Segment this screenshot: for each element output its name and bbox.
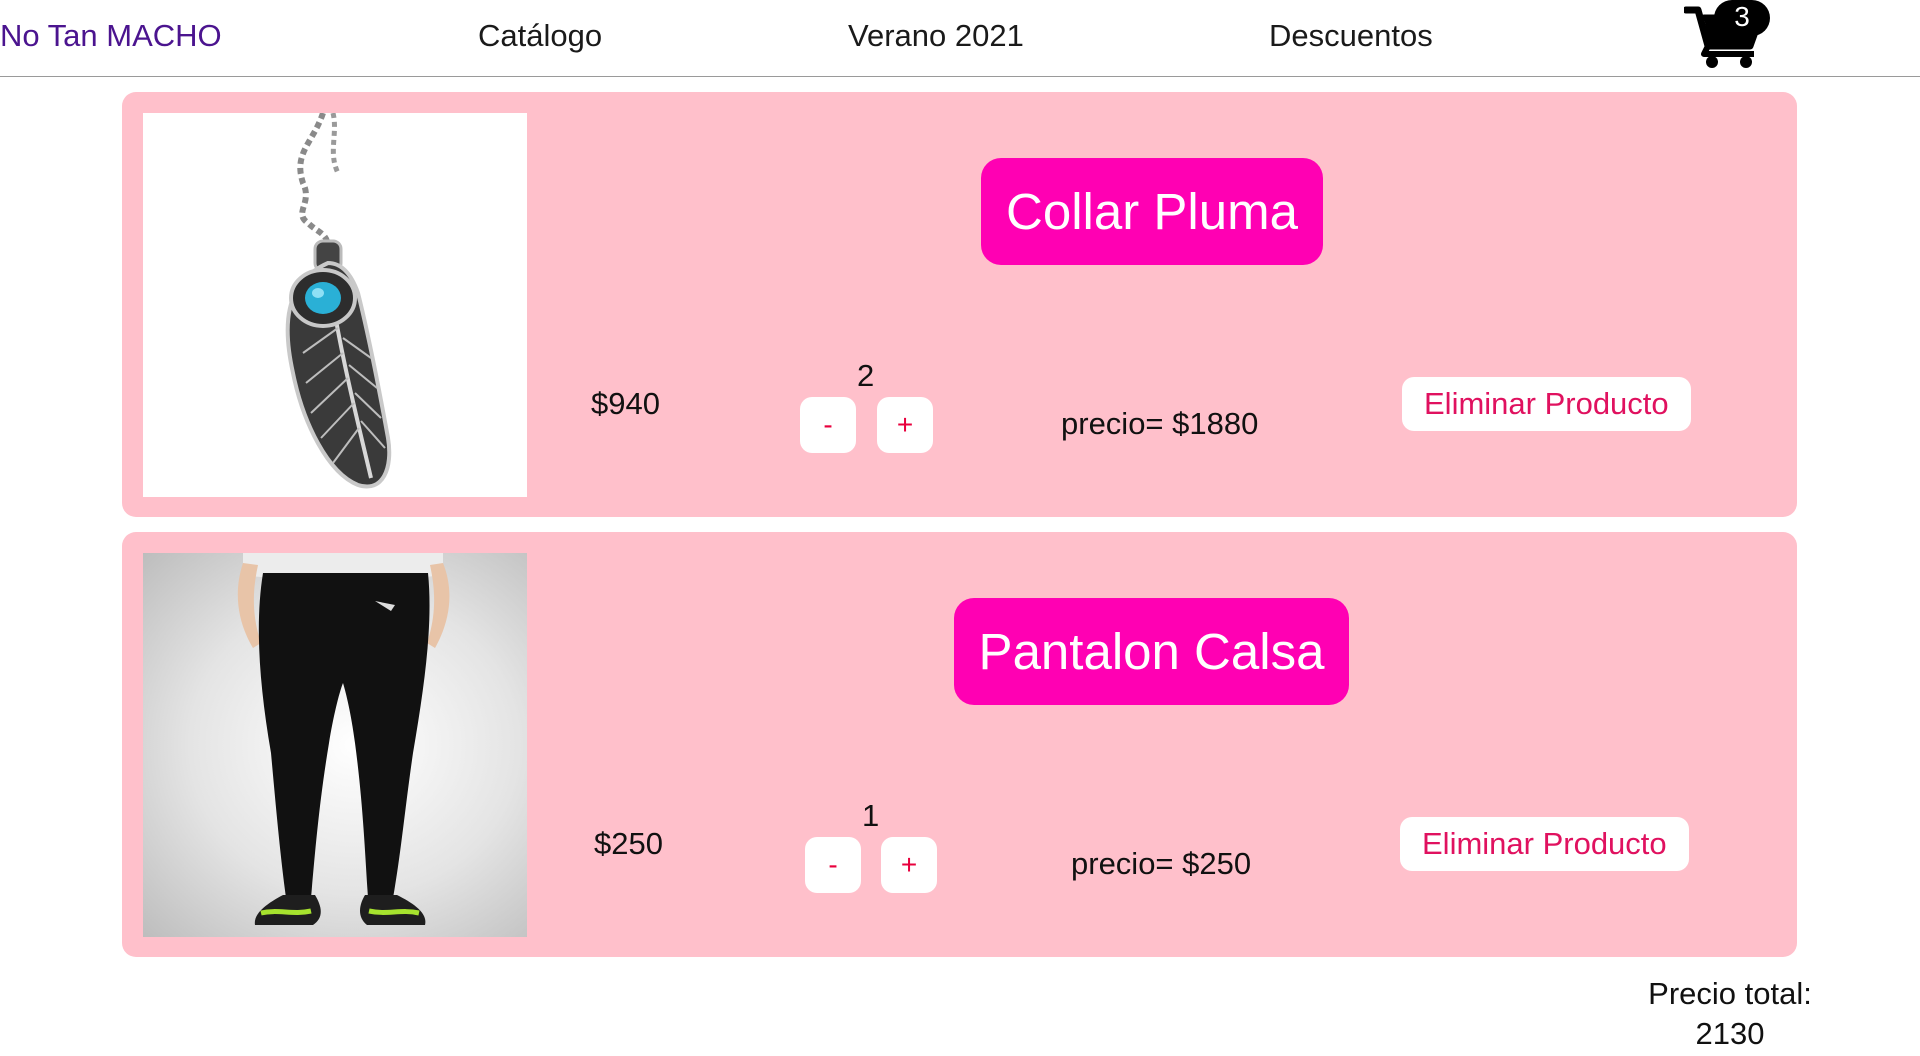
decrease-quantity-button[interactable]: - [800, 397, 856, 453]
line-total: precio= $250 [1071, 846, 1252, 881]
cart-item-card: Pantalon Calsa $250 1 - + precio= $250 E… [122, 532, 1797, 957]
decrease-quantity-button[interactable]: - [805, 837, 861, 893]
quantity-value: 1 [862, 798, 880, 833]
nav-link-catalogo[interactable]: Catálogo [478, 18, 602, 54]
unit-price: $940 [591, 386, 660, 421]
product-name: Collar Pluma [981, 158, 1323, 265]
product-name: Pantalon Calsa [954, 598, 1349, 705]
total-price-label: Precio total: [1648, 976, 1812, 1011]
black-leggings-image [143, 553, 527, 937]
brand-link[interactable]: No Tan MACHO [0, 18, 222, 54]
line-total: precio= $1880 [1061, 406, 1259, 441]
cart-item-card: Collar Pluma $940 2 - + precio= $1880 El… [122, 92, 1797, 517]
feather-necklace-image [143, 113, 527, 497]
increase-quantity-button[interactable]: + [877, 397, 933, 453]
navbar: No Tan MACHO Catálogo Verano 2021 Descue… [0, 0, 1920, 77]
total-price-value: 2130 [1695, 1016, 1765, 1051]
remove-product-button[interactable]: Eliminar Producto [1400, 817, 1689, 871]
increase-quantity-button[interactable]: + [881, 837, 937, 893]
unit-price: $250 [594, 826, 663, 861]
cart-total: Precio total: 2130 [1640, 974, 1820, 1054]
quantity-value: 2 [857, 358, 875, 393]
remove-product-button[interactable]: Eliminar Producto [1402, 377, 1691, 431]
nav-link-descuentos[interactable]: Descuentos [1269, 18, 1433, 54]
cart-count-badge: 3 [1714, 0, 1770, 36]
nav-link-verano-2021[interactable]: Verano 2021 [848, 18, 1024, 54]
